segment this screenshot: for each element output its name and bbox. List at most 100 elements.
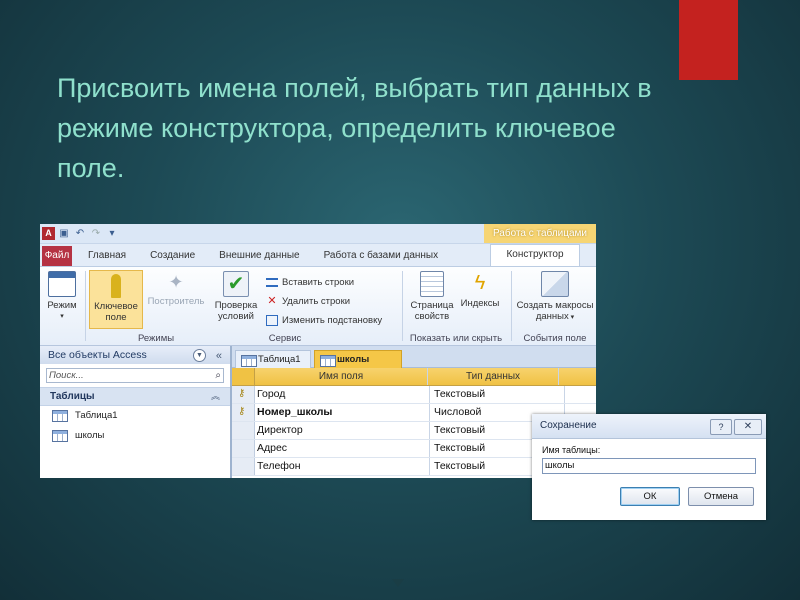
data-macros-label-2: данных <box>535 311 569 322</box>
ribbon-separator <box>511 271 512 341</box>
save-icon[interactable]: ▣ <box>58 228 70 240</box>
nav-item-label: школы <box>75 430 105 441</box>
nav-pane-title: Все объекты Access <box>48 349 147 361</box>
dialog-title-bar[interactable]: Сохранение ? ✕ <box>532 414 766 439</box>
field-name-cell[interactable]: Адрес <box>255 440 430 457</box>
field-name-cell[interactable]: Директор <box>255 422 430 439</box>
slide-title: Присвоить имена полей, выбрать тип данны… <box>57 68 777 188</box>
view-mode-button[interactable]: Режим ▾ <box>43 271 81 322</box>
tab-database-tools[interactable]: Работа с базами данных <box>314 246 449 266</box>
data-type-cell[interactable]: Текстовый <box>430 386 565 403</box>
indexes-label: Индексы <box>460 298 500 309</box>
close-icon[interactable]: ✕ <box>734 419 762 435</box>
test-validation-button[interactable]: ✔ Проверка условий <box>210 271 262 322</box>
document-tabs: Таблица1 школы <box>232 346 596 368</box>
delete-rows-button[interactable]: ✕ Удалить строки <box>266 294 350 309</box>
datasheet-view-icon <box>48 271 76 297</box>
delete-rows-label: Удалить строки <box>282 296 351 307</box>
grid-header-row: Имя поля Тип данных <box>232 368 596 386</box>
field-name-cell[interactable]: Номер_школы <box>255 404 430 421</box>
field-name-cell[interactable]: Город <box>255 386 430 403</box>
dialog-title: Сохранение <box>540 420 597 431</box>
field-name-cell[interactable]: Телефон <box>255 458 430 475</box>
redo-icon[interactable]: ↷ <box>90 228 102 240</box>
table-name-input[interactable]: школы <box>542 458 756 474</box>
search-icon[interactable]: ⌕ <box>215 369 221 382</box>
create-data-macros-button[interactable]: Создать макросы данных ▾ <box>514 271 596 323</box>
doc-tab-schools[interactable]: школы <box>314 350 402 368</box>
delete-rows-icon: ✕ <box>267 295 277 307</box>
save-dialog: Сохранение ? ✕ Имя таблицы: школы ОК Отм… <box>532 414 766 520</box>
builder-wand-icon: ✦ <box>168 272 184 292</box>
ribbon-separator <box>402 271 403 341</box>
table-name-label: Имя таблицы: <box>542 445 601 455</box>
insert-rows-icon <box>266 278 278 287</box>
row-selector[interactable]: ⚷ <box>232 386 255 403</box>
row-selector[interactable]: ⚷ <box>232 404 255 421</box>
ribbon: Режим ▾ Ключевое поле ✦ Построитель ✔ Пр… <box>40 267 596 346</box>
help-icon[interactable]: ? <box>710 419 732 435</box>
indexes-button[interactable]: ϟ Индексы <box>458 271 502 309</box>
group-label-show-hide: Показать или скрыть <box>409 333 503 344</box>
primary-key-label-1: Ключевое <box>94 301 138 312</box>
row-selector[interactable] <box>232 440 255 457</box>
tab-file[interactable]: Файл <box>42 246 72 266</box>
title-line-1: Присвоить имена полей, выбрать тип данны… <box>57 73 652 103</box>
builder-button[interactable]: ✦ Построитель <box>144 271 208 307</box>
nav-search-input[interactable]: Поиск... ⌕ <box>46 368 224 383</box>
group-label-field-events: События поле <box>523 333 587 344</box>
nav-item-table1[interactable]: Таблица1 <box>40 406 230 426</box>
row-selector[interactable] <box>232 422 255 439</box>
insert-rows-button[interactable]: Вставить строки <box>266 275 354 290</box>
nav-item-label: Таблица1 <box>75 410 118 421</box>
data-macros-icon <box>541 271 569 297</box>
indexes-lightning-icon: ϟ <box>474 272 486 294</box>
nav-item-schools[interactable]: школы <box>40 426 230 446</box>
table-icon <box>52 430 68 442</box>
builder-label: Построитель <box>147 296 205 307</box>
tab-home[interactable]: Главная <box>78 246 136 266</box>
collapse-pane-icon[interactable]: « <box>216 347 222 365</box>
table-row[interactable]: ⚷ Город Текстовый <box>232 386 596 404</box>
key-icon: ⚷ <box>238 406 246 417</box>
row-selector[interactable] <box>232 458 255 475</box>
view-mode-label: Режим <box>47 300 77 311</box>
nav-search-placeholder: Поиск... <box>49 370 84 381</box>
ribbon-separator <box>85 271 86 341</box>
tab-design[interactable]: Конструктор <box>490 244 580 266</box>
collapse-section-icon[interactable]: ︽ <box>211 388 220 405</box>
tab-external-data[interactable]: Внешние данные <box>209 246 309 266</box>
primary-key-button[interactable]: Ключевое поле <box>89 270 143 329</box>
modify-lookups-button[interactable]: Изменить подстановку <box>266 313 382 328</box>
nav-section-tables[interactable]: Таблицы ︽ <box>40 387 230 406</box>
customize-icon[interactable]: ▾ <box>106 228 118 240</box>
property-sheet-icon <box>420 271 444 297</box>
doc-tab-label: Таблица1 <box>258 354 301 365</box>
tab-create[interactable]: Создание <box>140 246 205 266</box>
nav-pane-header[interactable]: Все объекты Access ▼ « <box>40 346 230 364</box>
ribbon-tabs: Файл Главная Создание Внешние данные Раб… <box>40 244 596 267</box>
title-line-2: режиме конструктора, определить ключевое <box>57 113 616 143</box>
key-icon <box>111 274 121 298</box>
property-sheet-label-2: свойств <box>414 311 450 322</box>
data-macros-label-1: Создать макросы <box>516 300 594 311</box>
title-line-3: поле. <box>57 153 125 183</box>
primary-key-label-2: поле <box>105 312 127 323</box>
table-icon <box>320 355 336 367</box>
group-label-service: Сервис <box>268 333 302 344</box>
access-window: A ▣ ↶ ↷ ▾ Работа с таблицами Файл Главна… <box>40 224 596 478</box>
ok-button[interactable]: ОК <box>620 487 680 506</box>
row-selector-header[interactable] <box>232 368 255 385</box>
undo-icon[interactable]: ↶ <box>74 228 86 240</box>
chevron-down-icon: ▾ <box>60 313 64 320</box>
property-sheet-label-1: Страница <box>410 300 454 311</box>
contextual-tab-header: Работа с таблицами <box>484 224 596 243</box>
chevron-down-icon[interactable]: ▼ <box>193 349 206 362</box>
cancel-button[interactable]: Отмена <box>688 487 754 506</box>
table-icon <box>241 355 257 367</box>
insert-rows-label: Вставить строки <box>282 277 355 288</box>
table-icon <box>52 410 68 422</box>
doc-tab-table1[interactable]: Таблица1 <box>235 350 311 368</box>
chevron-down-icon: ▾ <box>568 314 575 321</box>
property-sheet-button[interactable]: Страница свойств <box>406 271 458 322</box>
